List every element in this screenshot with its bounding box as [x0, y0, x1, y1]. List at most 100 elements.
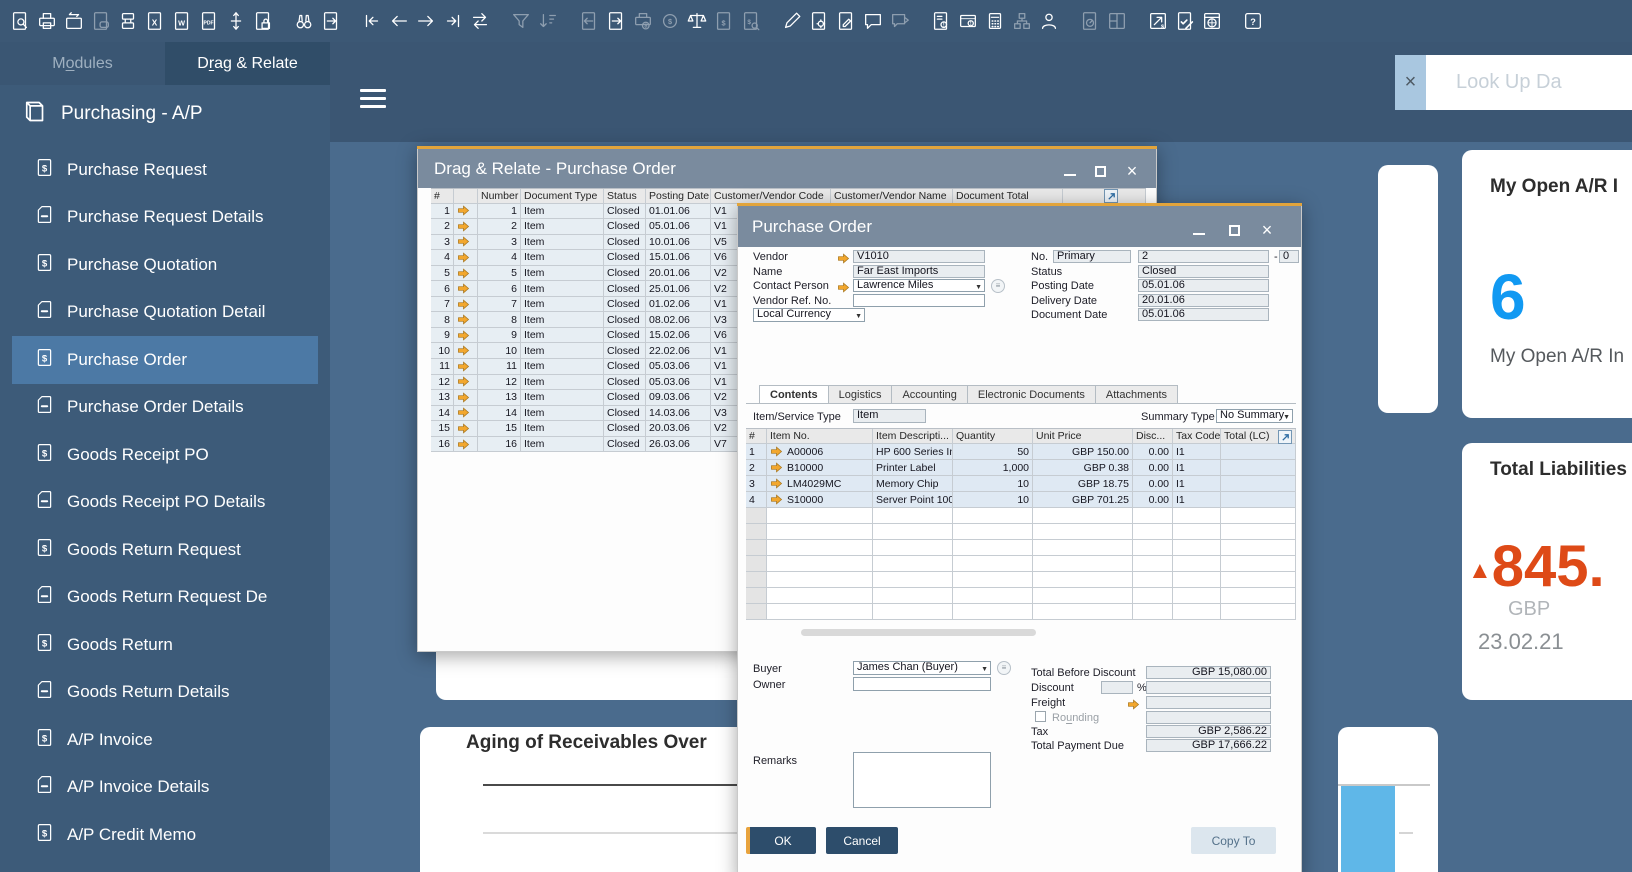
link-arrow-icon[interactable] — [454, 235, 478, 250]
sidebar-item-goods-return-request[interactable]: $Goods Return Request — [12, 526, 318, 574]
remarks-textarea[interactable] — [853, 752, 991, 808]
next-record-icon[interactable] — [412, 8, 439, 35]
doc-number-field[interactable]: 2 — [1138, 250, 1269, 263]
name-field[interactable]: Far East Imports — [853, 265, 985, 278]
local-currency-select[interactable]: Local Currency▼ — [753, 308, 865, 322]
link-arrow-icon[interactable] — [1127, 697, 1141, 708]
choose-from-list-icon[interactable]: ≡ — [997, 661, 1011, 675]
sidebar-item-goods-return-request-de[interactable]: Goods Return Request De — [12, 574, 318, 622]
po-item-empty-row[interactable] — [746, 524, 1296, 540]
export-pdf-icon[interactable]: PDF — [195, 8, 222, 35]
status-field[interactable]: Closed — [1138, 265, 1269, 278]
link-arrow-icon[interactable] — [454, 219, 478, 234]
menu-hamburger-icon[interactable] — [360, 89, 386, 109]
po-item-empty-row[interactable] — [746, 508, 1296, 524]
po-item-empty-row[interactable] — [746, 604, 1296, 620]
lock-document-icon[interactable] — [249, 8, 276, 35]
drag-relate-titlebar[interactable]: Drag & Relate - Purchase Order — [418, 149, 1156, 188]
ok-button[interactable]: OK — [746, 827, 816, 854]
doc-suffix-field[interactable]: 0 — [1279, 250, 1299, 263]
link-arrow-icon[interactable] — [770, 494, 783, 505]
link-arrow-icon[interactable] — [454, 266, 478, 281]
discount-percent-field[interactable] — [1101, 681, 1133, 694]
sidebar-item-purchase-quotation[interactable]: $Purchase Quotation — [12, 241, 318, 289]
link-arrow-icon[interactable] — [454, 390, 478, 405]
edit-document-icon[interactable] — [832, 8, 859, 35]
link-arrow-icon[interactable] — [454, 437, 478, 452]
sidebar-item-goods-return[interactable]: $Goods Return — [12, 621, 318, 669]
cancel-button[interactable]: Cancel — [826, 827, 898, 854]
sidebar-item-purchase-order-details[interactable]: Purchase Order Details — [12, 384, 318, 432]
link-arrow-icon[interactable] — [454, 204, 478, 219]
sidebar-section-header[interactable]: Purchasing - A/P — [0, 85, 330, 143]
column-header[interactable]: Quantity — [953, 429, 1033, 443]
column-header[interactable]: Unit Price — [1033, 429, 1133, 443]
tab-attachments[interactable]: Attachments — [1095, 385, 1178, 404]
po-item-row[interactable]: 2B10000Printer Label1,000GBP 0.380.00I1 — [746, 460, 1296, 476]
find-in-document-icon[interactable] — [6, 8, 33, 35]
move-icon[interactable] — [222, 8, 249, 35]
first-record-icon[interactable] — [358, 8, 385, 35]
total-payment-due-value[interactable]: GBP 17,666.22 — [1146, 739, 1271, 752]
link-arrow-icon[interactable] — [770, 446, 783, 457]
freight-value[interactable] — [1146, 696, 1271, 709]
summary-type-select[interactable]: No Summary▼ — [1216, 409, 1293, 423]
sidebar-item-goods-receipt-po-details[interactable]: Goods Receipt PO Details — [12, 479, 318, 527]
column-header[interactable]: Customer/Vendor Name — [831, 189, 953, 203]
calculator-icon[interactable] — [981, 8, 1008, 35]
delivery-date-field[interactable]: 20.01.06 — [1138, 294, 1269, 307]
link-arrow-icon[interactable] — [770, 478, 783, 489]
help-icon[interactable]: ? — [1239, 8, 1266, 35]
tab-accounting[interactable]: Accounting — [891, 385, 967, 404]
sidebar-item-purchase-order[interactable]: $Purchase Order — [12, 336, 318, 384]
tab-logistics[interactable]: Logistics — [828, 385, 893, 404]
export-word-icon[interactable]: W — [168, 8, 195, 35]
link-arrow-icon[interactable] — [454, 281, 478, 296]
total-before-discount-value[interactable]: GBP 15,080.00 — [1146, 666, 1271, 679]
remarks-icon[interactable] — [859, 8, 886, 35]
link-arrow-icon[interactable] — [454, 406, 478, 421]
po-item-empty-row[interactable] — [746, 540, 1296, 556]
column-header[interactable]: Item Descripti... — [873, 429, 953, 443]
column-header[interactable]: Status — [604, 189, 646, 203]
gross-profit-icon[interactable] — [683, 8, 710, 35]
print-icon[interactable] — [33, 8, 60, 35]
tab-electronic-documents[interactable]: Electronic Documents — [967, 385, 1096, 404]
alert-card-icon[interactable]: ! — [954, 8, 981, 35]
maximize-icon[interactable] — [1222, 213, 1246, 247]
goto-document-icon[interactable] — [317, 8, 344, 35]
authorization-icon[interactable] — [1171, 8, 1198, 35]
column-header[interactable]: Document Total — [953, 189, 1063, 203]
link-arrow-icon[interactable] — [454, 297, 478, 312]
find-icon[interactable] — [290, 8, 317, 35]
tax-value[interactable]: GBP 2,586.22 — [1146, 725, 1271, 738]
next-document-icon[interactable] — [602, 8, 629, 35]
business-partner-icon[interactable] — [1035, 8, 1062, 35]
import-export-icon[interactable] — [60, 8, 87, 35]
column-header[interactable]: Number — [478, 189, 521, 203]
link-arrow-icon[interactable] — [837, 251, 851, 262]
column-header[interactable]: Customer/Vendor Code — [711, 189, 831, 203]
close-icon[interactable]: × — [1120, 154, 1144, 188]
expand-grid-icon[interactable] — [1104, 189, 1118, 203]
po-item-empty-row[interactable] — [746, 572, 1296, 588]
aging-bar[interactable] — [1341, 786, 1395, 872]
link-arrow-icon[interactable] — [837, 280, 851, 291]
column-header[interactable]: Tax Code — [1173, 429, 1221, 443]
item-service-type-field[interactable]: Item — [853, 409, 926, 423]
link-arrow-icon[interactable] — [454, 343, 478, 358]
link-arrow-icon[interactable] — [454, 375, 478, 390]
link-arrow-icon[interactable] — [454, 312, 478, 327]
web-client-icon[interactable] — [1198, 8, 1225, 35]
activity-icon[interactable]: ! — [927, 8, 954, 35]
column-header[interactable]: # — [746, 429, 767, 443]
column-header[interactable]: Document Type — [521, 189, 604, 203]
chart-export-icon[interactable]: $ — [1144, 8, 1171, 35]
series-field[interactable]: Primary — [1053, 250, 1131, 263]
minimize-icon[interactable] — [1058, 154, 1082, 188]
contact-person-field[interactable]: Lawrence Miles▼ — [853, 279, 985, 292]
total-liabilities-card[interactable]: Total Liabilities ▲845. GBP 23.02.21 — [1462, 443, 1632, 700]
minimize-icon[interactable] — [1187, 213, 1211, 247]
tab-drag-relate[interactable]: Drag & Relate — [165, 42, 330, 85]
link-arrow-icon[interactable] — [770, 462, 783, 473]
